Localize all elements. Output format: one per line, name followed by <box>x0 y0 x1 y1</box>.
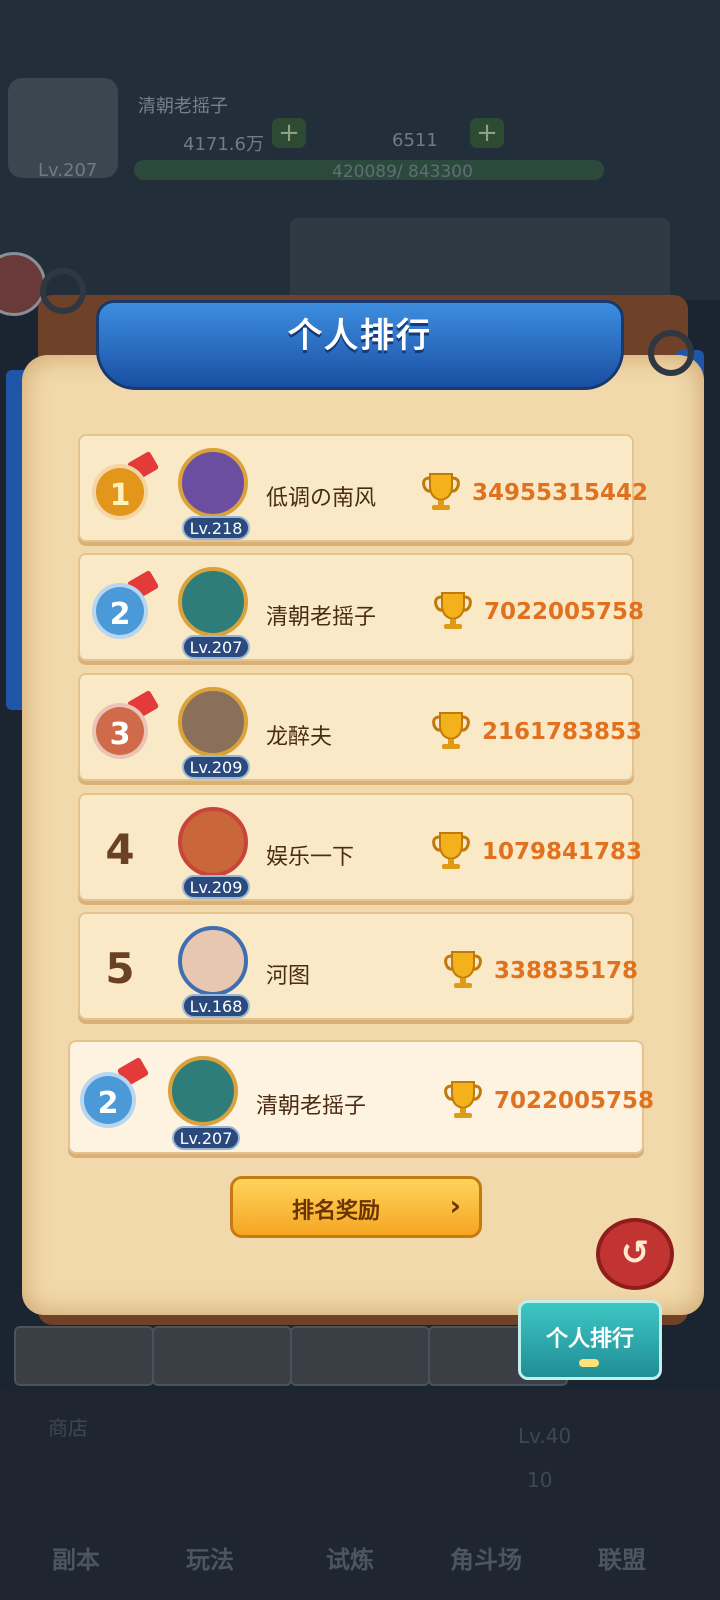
stone-block <box>152 1326 292 1386</box>
player-level: Lv.207 <box>38 160 98 181</box>
score: 338835178 <box>494 958 639 984</box>
nav-trial: 试炼 <box>326 1546 374 1574</box>
level-badge: Lv.168 <box>182 994 250 1018</box>
rank-number: 4 <box>105 825 135 874</box>
player-name: 清朝老摇子 <box>256 1094 367 1119</box>
score: 7022005758 <box>484 599 645 625</box>
trophy-icon <box>444 951 482 988</box>
level-badge: Lv.207 <box>172 1126 240 1150</box>
player-name: 龙醉夫 <box>266 725 333 750</box>
rank-reward-button[interactable]: 排名奖励 › <box>230 1176 482 1238</box>
rank-row-5[interactable]: 5 Lv.168 河图 338835178 <box>78 912 638 1020</box>
avatar <box>178 807 248 877</box>
trophy-icon <box>432 832 470 869</box>
rank-number: 5 <box>105 944 135 993</box>
rank-row-2[interactable]: 2 Lv.207 清朝老摇子 7022005758 <box>78 553 644 661</box>
nav-guild: 联盟 <box>598 1546 646 1574</box>
score: 1079841783 <box>482 839 643 865</box>
avatar <box>178 926 248 996</box>
nav-shop: 商店 <box>48 1416 88 1440</box>
back-seal-icon[interactable]: ↺ <box>596 1218 674 1290</box>
level-badge: Lv.209 <box>182 755 250 779</box>
avatar <box>168 1056 238 1126</box>
panel-title: 个人排行 <box>288 316 432 356</box>
trophy-icon <box>422 473 460 510</box>
arena-badge: 10 <box>527 1468 553 1492</box>
nav-level-tag: Lv.40 <box>518 1424 572 1448</box>
rank-row-4[interactable]: 4 Lv.209 娱乐一下 1079841783 <box>78 793 642 901</box>
rank-row-3[interactable]: 3 Lv.209 龙醉夫 2161783853 <box>78 673 642 781</box>
player-name: 清朝老摇子 <box>266 605 377 630</box>
rank-row-1[interactable]: 1 Lv.218 低调の南风 34955315442 <box>78 434 648 542</box>
level-badge: Lv.209 <box>182 875 250 899</box>
avatar <box>178 687 248 757</box>
trophy-icon <box>432 712 470 749</box>
nav-arena: 角斗场 <box>450 1546 522 1574</box>
gold-medal-icon: 1 <box>92 464 148 520</box>
silver-medal-icon: 2 <box>80 1072 136 1128</box>
add-gold-button: + <box>272 118 306 148</box>
score: 2161783853 <box>482 719 643 745</box>
stone-block <box>14 1326 154 1386</box>
add-gem-button: + <box>470 118 504 148</box>
gem-amount: 6511 <box>392 130 438 151</box>
player-name: 娱乐一下 <box>266 845 355 870</box>
exp-text: 420089/ 843300 <box>332 162 473 182</box>
chevron-right-icon: › <box>449 1189 461 1222</box>
my-rank-row[interactable]: 2 Lv.207 清朝老摇子 7022005758 <box>68 1040 654 1154</box>
silver-medal-icon: 2 <box>92 583 148 639</box>
level-badge: Lv.218 <box>182 516 250 540</box>
player-name: 河图 <box>266 964 311 989</box>
score: 34955315442 <box>472 480 649 506</box>
tab-indicator <box>579 1359 599 1367</box>
nav-dungeon: 副本 <box>52 1546 100 1574</box>
nav-gameplay: 玩法 <box>186 1546 234 1574</box>
score: 7022005758 <box>494 1088 655 1114</box>
bronze-medal-icon: 3 <box>92 703 148 759</box>
avatar <box>178 567 248 637</box>
trophy-icon <box>444 1081 482 1118</box>
level-badge: Lv.207 <box>182 635 250 659</box>
avatar <box>178 448 248 518</box>
tab-personal-rank[interactable]: 个人排行 <box>518 1300 662 1380</box>
tab-label: 个人排行 <box>545 1327 634 1352</box>
stone-block <box>290 1326 430 1386</box>
rank-reward-label: 排名奖励 <box>291 1199 380 1224</box>
gold-amount: 4171.6万 <box>183 134 264 155</box>
trophy-icon <box>434 592 472 629</box>
player-name: 清朝老摇子 <box>138 96 228 117</box>
player-name: 低调の南风 <box>266 486 377 511</box>
